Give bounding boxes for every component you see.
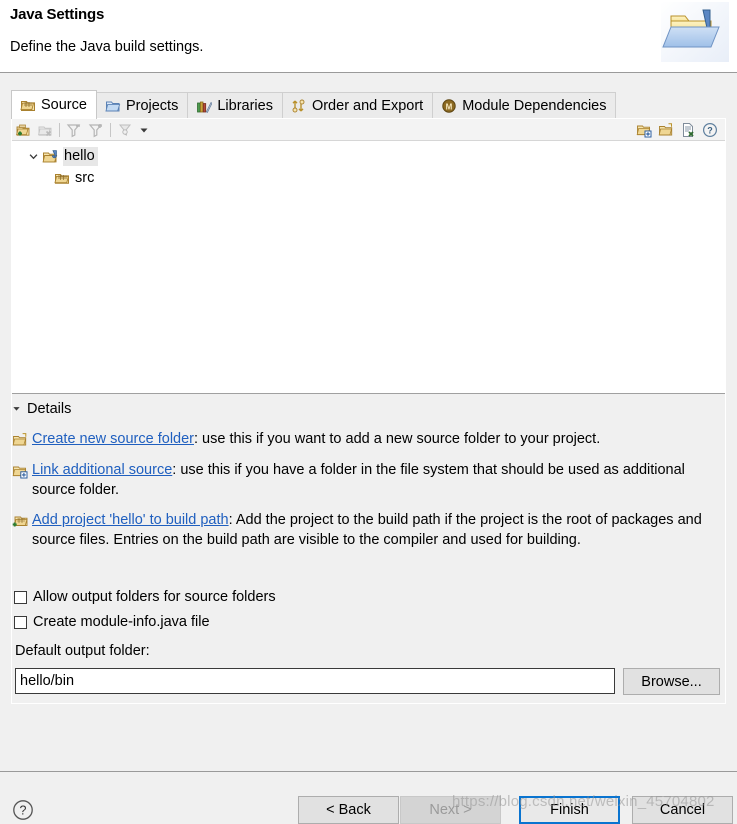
source-folders-panel: ? hello src — [11, 118, 726, 394]
toolbar-separator — [110, 122, 111, 137]
toolbar-separator — [59, 122, 60, 137]
filter-add-icon[interactable] — [85, 120, 107, 140]
finish-button[interactable]: Finish — [519, 796, 620, 824]
tab-order-and-export-label: Order and Export — [311, 98, 424, 114]
create-new-source-folder-link[interactable]: Create new source folder — [32, 431, 194, 447]
checkbox-allow-output-folders[interactable]: Allow output folders for source folders — [14, 589, 276, 605]
remove-source-folder-icon[interactable] — [34, 120, 56, 140]
next-button: Next > — [400, 796, 501, 824]
add-project-to-build-path-link[interactable]: Add project 'hello' to build path — [32, 512, 229, 528]
detail-0-text: : use this if you want to add a new sour… — [194, 431, 601, 447]
page-title: Java Settings — [10, 6, 105, 23]
tab-source[interactable]: Source — [11, 90, 97, 119]
link-source-folder-icon — [12, 463, 28, 479]
chevron-down-icon[interactable] — [24, 152, 42, 161]
tab-module-dependencies[interactable]: M Module Dependencies — [432, 92, 617, 119]
checkbox-create-module-info-box[interactable] — [14, 615, 27, 629]
details-label: Details — [27, 401, 72, 417]
svg-text:?: ? — [707, 125, 713, 135]
default-output-folder-input[interactable] — [15, 668, 615, 694]
exclude-file-icon[interactable] — [677, 120, 699, 140]
add-project-buildpath-icon — [12, 513, 28, 529]
tab-source-label: Source — [41, 97, 87, 113]
chevron-down-icon[interactable] — [136, 121, 152, 139]
svg-text:?: ? — [20, 803, 27, 817]
new-folder-icon[interactable] — [655, 120, 677, 140]
tree-item-src-label: src — [75, 169, 95, 186]
tab-bar[interactable]: Source Projects Libraries Order and Expo… — [11, 90, 726, 119]
details-section-header[interactable]: Details — [12, 401, 71, 417]
tree-toolbar-right[interactable]: ? — [633, 120, 725, 140]
tree-item-hello-label: hello — [63, 147, 98, 166]
java-folder-icon — [661, 2, 729, 62]
project-folder-icon — [42, 149, 59, 165]
help-circle-icon[interactable]: ? — [699, 120, 721, 140]
dialog-header: Java Settings Define the Java build sett… — [0, 0, 737, 73]
new-source-folder-icon — [12, 432, 28, 448]
source-folder-icon — [20, 97, 36, 113]
checkbox-allow-output-folders-box[interactable] — [14, 590, 27, 604]
checkbox-create-module-info[interactable]: Create module-info.java file — [14, 614, 210, 630]
tree-item-hello[interactable]: hello — [12, 146, 725, 167]
add-source-folder-icon[interactable] — [12, 120, 34, 140]
tab-libraries-label: Libraries — [217, 98, 273, 114]
link-additional-source-link[interactable]: Link additional source — [32, 462, 172, 478]
tab-libraries[interactable]: Libraries — [187, 92, 283, 119]
browse-button[interactable]: Browse... — [623, 668, 720, 695]
svg-text:M: M — [446, 102, 453, 111]
open-folder-icon — [105, 98, 121, 114]
back-button[interactable]: < Back — [298, 796, 399, 824]
tab-order-and-export[interactable]: Order and Export — [281, 92, 434, 119]
filter-remove-icon[interactable] — [63, 120, 85, 140]
footer-separator — [0, 771, 737, 772]
tree-item-src[interactable]: src — [12, 167, 725, 188]
books-icon — [196, 98, 213, 114]
checkbox-allow-output-folders-label: Allow output folders for source folders — [33, 589, 276, 605]
help-circle-icon[interactable]: ? — [12, 799, 34, 821]
order-arrows-icon — [291, 98, 307, 114]
tree-toolbar[interactable]: ? — [12, 119, 725, 141]
source-folder-tree[interactable]: hello src — [12, 142, 725, 393]
detail-create-new-source-folder: Create new source folder: use this if yo… — [12, 430, 722, 450]
cancel-button[interactable]: Cancel — [632, 796, 733, 824]
page-description: Define the Java build settings. — [10, 39, 204, 55]
module-circle-icon: M — [441, 98, 457, 114]
detail-link-additional-source: Link additional source: use this if you … — [12, 461, 722, 500]
link-source-icon[interactable] — [633, 120, 655, 140]
configure-filters-icon[interactable] — [114, 120, 136, 140]
default-output-folder-label: Default output folder: — [15, 643, 150, 659]
checkbox-create-module-info-label: Create module-info.java file — [33, 614, 210, 630]
source-folder-icon — [54, 170, 71, 186]
tab-projects[interactable]: Projects — [95, 92, 189, 119]
triangle-down-icon[interactable] — [12, 401, 21, 417]
detail-add-project-to-build-path: Add project 'hello' to build path: Add t… — [12, 511, 722, 550]
tab-module-dependencies-label: Module Dependencies — [462, 98, 607, 114]
tab-projects-label: Projects — [125, 98, 179, 114]
